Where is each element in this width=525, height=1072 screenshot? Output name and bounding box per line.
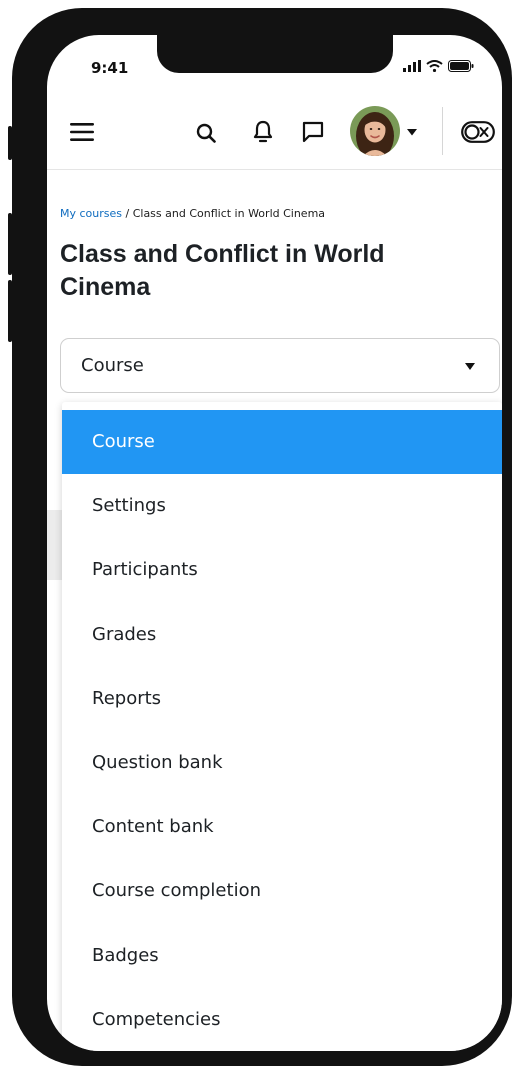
notification-bell-icon[interactable]	[249, 117, 277, 147]
breadcrumb-current: Class and Conflict in World Cinema	[132, 207, 326, 220]
signal-icon	[403, 60, 421, 72]
phone-side-button-volume-down	[8, 280, 12, 342]
status-icons	[403, 58, 474, 74]
search-icon[interactable]	[192, 119, 220, 147]
dropdown-option-question-bank[interactable]: Question bank	[62, 731, 502, 795]
status-time: 9:41	[91, 59, 129, 77]
message-icon[interactable]	[298, 117, 328, 147]
breadcrumb: My courses / Class and Conflict in World…	[60, 207, 325, 220]
dropdown-option-badges[interactable]: Badges	[62, 924, 502, 988]
dropdown-option-content-bank[interactable]: Content bank	[62, 795, 502, 859]
breadcrumb-link-my-courses[interactable]: My courses	[60, 207, 122, 220]
phone-side-button-mute	[8, 126, 12, 160]
dropdown-option-reports[interactable]: Reports	[62, 667, 502, 731]
dropdown-option-competencies[interactable]: Competencies	[62, 988, 502, 1051]
top-navbar	[47, 97, 502, 170]
phone-screen: 9:41 My courses / Class and Conflict in …	[47, 35, 502, 1051]
avatar[interactable]	[350, 106, 400, 156]
phone-frame: 9:41 My courses / Class and Conflict in …	[8, 8, 512, 1066]
phone-notch	[157, 35, 393, 73]
wifi-icon	[426, 60, 443, 72]
chevron-down-icon[interactable]	[405, 126, 419, 138]
reader-mode-toggle-icon[interactable]	[460, 119, 496, 145]
dropdown-option-participants[interactable]: Participants	[62, 538, 502, 602]
breadcrumb-separator: /	[122, 207, 133, 220]
dropdown-option-grades[interactable]: Grades	[62, 603, 502, 667]
battery-icon	[448, 60, 474, 72]
select-caret-icon	[465, 363, 475, 370]
navbar-divider	[442, 107, 443, 155]
dropdown-option-course-completion[interactable]: Course completion	[62, 859, 502, 923]
page-title: Class and Conflict in World Cinema	[60, 240, 385, 301]
dropdown-option-course[interactable]: Course	[62, 410, 502, 475]
course-navigation-dropdown: Course Settings Participants Grades Repo…	[62, 402, 502, 1051]
course-select-value: Course	[81, 355, 144, 376]
menu-icon[interactable]	[67, 117, 97, 147]
phone-side-button-volume-up	[8, 213, 12, 275]
dropdown-option-settings[interactable]: Settings	[62, 474, 502, 538]
course-navigation-select[interactable]: Course	[60, 338, 500, 393]
